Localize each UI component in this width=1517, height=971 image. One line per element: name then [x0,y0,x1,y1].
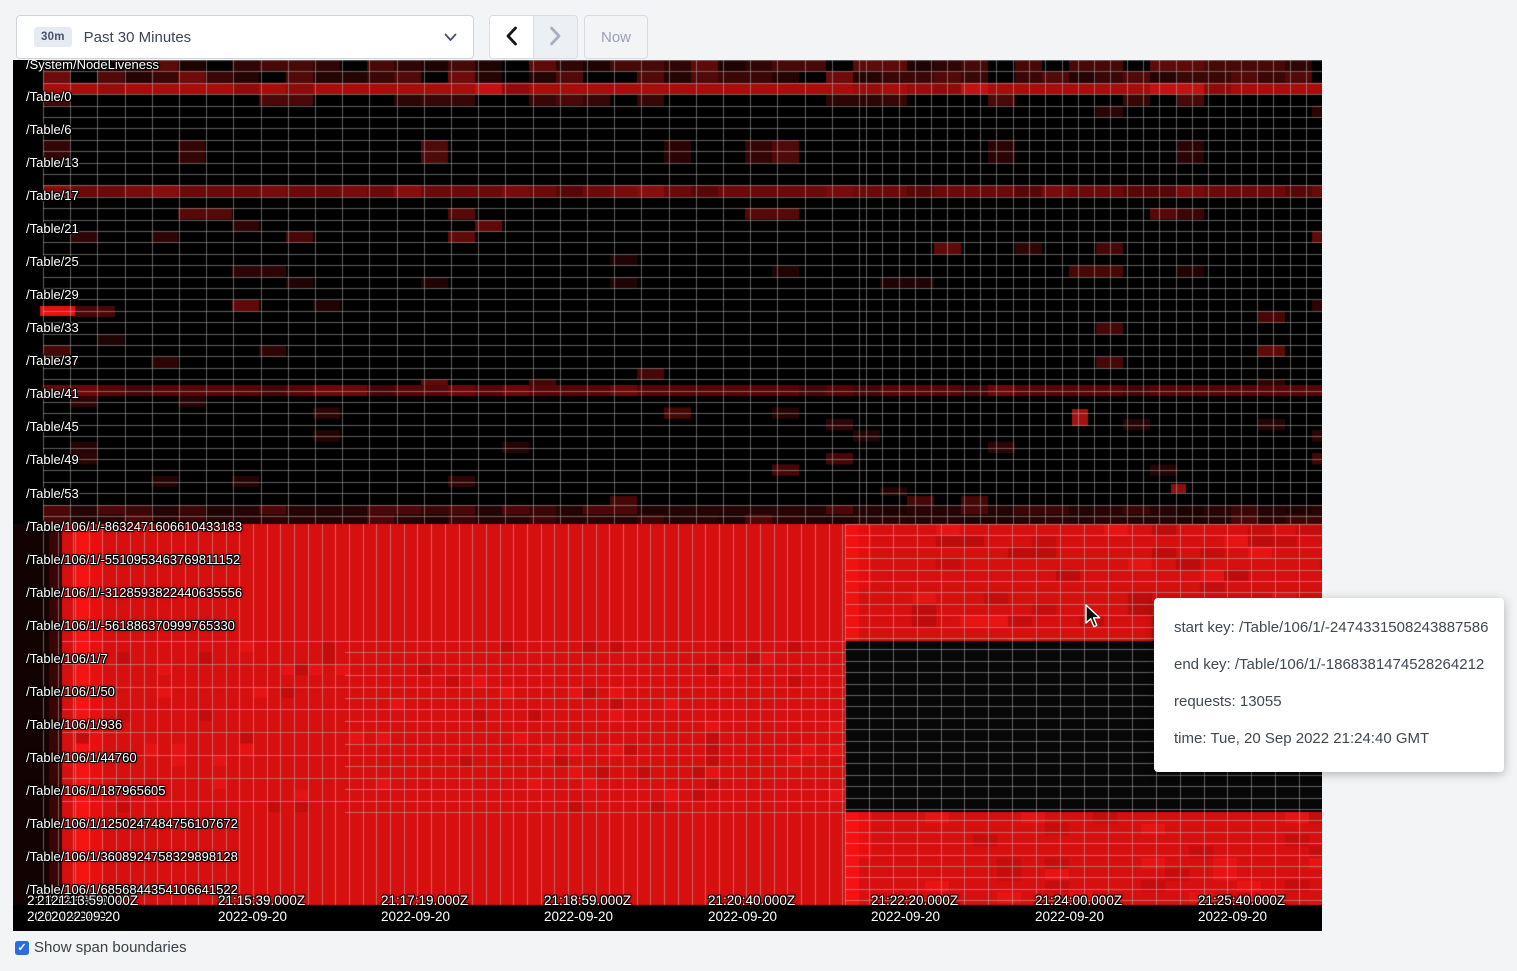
tooltip-requests: requests: 13055 [1174,683,1484,720]
show-span-boundaries-checkbox[interactable]: ✓ [15,941,29,955]
key-visualizer-chart[interactable]: /System/NodeLiveness/Table/0/Table/6/Tab… [13,60,1322,931]
time-nav-button-group [489,15,578,59]
now-button[interactable]: Now [584,15,648,59]
tooltip-end-key: end key: /Table/106/1/-18683814745282642… [1174,646,1484,683]
time-window-label: Past 30 Minutes [84,29,192,46]
chevron-left-icon [505,26,518,49]
span-boundaries-row: ✓ Show span boundaries [15,939,187,956]
time-window-badge: 30m [34,27,72,47]
next-time-button[interactable] [534,16,577,58]
tooltip-time: time: Tue, 20 Sep 2022 21:24:40 GMT [1174,720,1484,757]
previous-time-button[interactable] [490,16,533,58]
show-span-boundaries-label: Show span boundaries [34,939,187,956]
tooltip-start-key: start key: /Table/106/1/-247433150824388… [1174,609,1484,646]
key-visualizer-page: 30m Past 30 Minutes Now /System/NodeLive… [0,0,1517,971]
chevron-right-icon [549,26,562,49]
time-window-dropdown[interactable]: 30m Past 30 Minutes [16,15,474,59]
heatmap-canvas[interactable] [13,60,1322,931]
chevron-down-icon [444,33,457,42]
cell-tooltip: start key: /Table/106/1/-247433150824388… [1154,598,1504,772]
